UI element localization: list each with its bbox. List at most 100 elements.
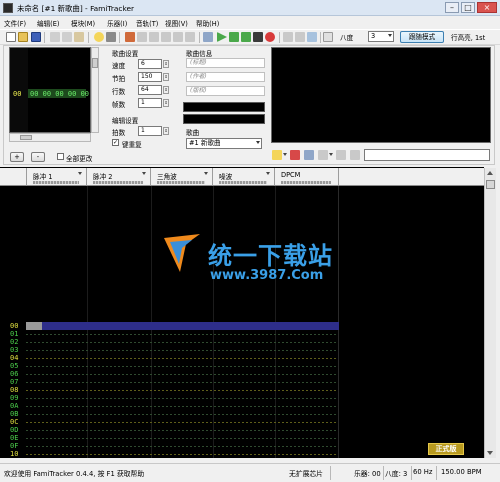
play-row-icon[interactable] — [241, 32, 251, 42]
pattern-row — [26, 358, 338, 359]
pattern-row — [26, 342, 338, 343]
rows-label: 行数 — [112, 88, 126, 96]
status-separator — [436, 466, 437, 480]
menu-view[interactable]: 视图(V) — [165, 18, 188, 28]
edit-settings-heading: 编辑设置 — [112, 117, 139, 125]
volume-meter — [93, 181, 143, 184]
move-frame-up-icon[interactable] — [173, 32, 183, 42]
chevron-down-icon[interactable] — [204, 172, 208, 175]
channel-header-dpcm[interactable]: DPCM — [275, 168, 339, 186]
menu-tracks[interactable]: 音轨(T) — [136, 18, 158, 28]
chevron-down-icon[interactable] — [283, 153, 287, 156]
follow-mode-toggle[interactable]: 跟随模式 — [400, 31, 444, 43]
play-icon[interactable] — [217, 32, 227, 42]
rows-field[interactable]: 64 — [138, 85, 162, 95]
nsf-export-icon[interactable] — [323, 32, 333, 42]
scroll-down-arrow-icon[interactable] — [487, 451, 493, 455]
menu-module[interactable]: 模块(M) — [71, 18, 95, 28]
move-frame-down-icon[interactable] — [161, 32, 171, 42]
instrument-list[interactable] — [271, 47, 491, 143]
tempo-stepper[interactable]: ⇕ — [163, 73, 169, 81]
frame-row-cells: 00 00 00 00 00 — [30, 90, 90, 98]
menu-edit[interactable]: 编辑(E) — [37, 18, 60, 28]
frames-stepper[interactable]: ⇕ — [163, 99, 169, 107]
song-settings-heading: 歌曲设置 — [112, 50, 139, 58]
pattern-row — [26, 374, 338, 375]
menu-instrument[interactable]: 乐器(I) — [107, 18, 127, 28]
cut-icon[interactable] — [50, 32, 60, 42]
load-instrument-icon[interactable] — [318, 150, 328, 160]
rows-stepper[interactable]: ⇕ — [163, 86, 169, 94]
help-icon[interactable] — [106, 32, 116, 42]
scrollbar-thumb[interactable] — [486, 180, 495, 189]
settings-icon[interactable] — [307, 32, 317, 42]
previous-song-icon[interactable] — [283, 32, 293, 42]
module-properties-icon[interactable] — [125, 32, 135, 42]
frame-list-vscrollbar[interactable] — [91, 47, 99, 133]
change-all-label: 全部更改 — [66, 155, 93, 163]
remove-instrument-icon[interactable] — [290, 150, 300, 160]
row-number: 10 — [10, 450, 19, 458]
scrollbar-thumb[interactable] — [20, 135, 32, 140]
song-title-field[interactable]: (标题) — [186, 58, 265, 68]
frames-field[interactable]: 1 — [138, 98, 162, 108]
volume-meter-2 — [183, 114, 265, 124]
new-instrument-icon[interactable] — [272, 150, 282, 160]
pattern-row — [26, 454, 338, 455]
minimize-button[interactable]: – — [445, 2, 459, 13]
chevron-down-icon[interactable] — [142, 172, 146, 175]
add-frame-button[interactable]: + — [10, 152, 24, 162]
channel-header-pulse2[interactable]: 脉冲 2 — [87, 168, 151, 186]
remove-frame-button[interactable]: - — [31, 152, 45, 162]
edit-cursor — [26, 322, 42, 330]
octave-select[interactable]: 3 — [368, 31, 394, 42]
song-select[interactable]: #1 新歌曲 — [186, 138, 262, 149]
key-repeat-checkbox[interactable]: ✓ — [112, 139, 119, 146]
previous-frame-icon[interactable] — [203, 32, 213, 42]
row-number: 0B — [10, 410, 19, 418]
copy-icon[interactable] — [62, 32, 72, 42]
insert-frame-icon[interactable] — [137, 32, 147, 42]
step-field[interactable]: 1 — [138, 126, 162, 136]
scrollbar-thumb[interactable] — [92, 58, 98, 68]
speed-field[interactable]: 6 — [138, 59, 162, 69]
stop-icon[interactable] — [253, 32, 263, 42]
speed-stepper[interactable]: ⇕ — [163, 60, 169, 68]
octave-label: 八度 — [340, 34, 354, 42]
maximize-button[interactable]: □ — [461, 2, 475, 13]
row-number: 09 — [10, 394, 19, 402]
frame-list-hscrollbar[interactable] — [9, 133, 91, 142]
edit-instrument-icon[interactable] — [350, 150, 360, 160]
menu-help[interactable]: 帮助(H) — [196, 18, 219, 28]
clone-instrument-icon[interactable] — [304, 150, 314, 160]
change-all-checkbox[interactable] — [57, 153, 64, 160]
row-number: 05 — [10, 362, 19, 370]
save-icon[interactable] — [31, 32, 41, 42]
remove-frame-icon[interactable] — [149, 32, 159, 42]
pattern-vscrollbar[interactable] — [484, 168, 496, 458]
record-icon[interactable] — [265, 32, 275, 42]
play-loop-icon[interactable] — [229, 32, 239, 42]
watermark-url: www.3987.Com — [210, 268, 324, 283]
tempo-field[interactable]: 150 — [138, 72, 162, 82]
channel-header-pulse1[interactable]: 脉冲 1 — [27, 168, 87, 186]
song-author-field[interactable]: (作者) — [186, 72, 265, 82]
instrument-name-field[interactable] — [364, 149, 490, 161]
step-stepper[interactable]: ⇕ — [163, 127, 169, 135]
close-button[interactable]: × — [477, 2, 497, 13]
chevron-down-icon[interactable] — [329, 153, 333, 156]
chevron-down-icon[interactable] — [266, 172, 270, 175]
save-instrument-icon[interactable] — [336, 150, 346, 160]
duplicate-frame-icon[interactable] — [185, 32, 195, 42]
about-icon[interactable] — [94, 32, 104, 42]
chevron-down-icon[interactable] — [78, 172, 82, 175]
paste-icon[interactable] — [74, 32, 84, 42]
channel-header-triangle[interactable]: 三角波 — [151, 168, 213, 186]
open-file-icon[interactable] — [18, 32, 28, 42]
next-song-icon[interactable] — [295, 32, 305, 42]
menu-file[interactable]: 文件(F) — [4, 18, 26, 28]
channel-header-noise[interactable]: 噪波 — [213, 168, 275, 186]
song-copyright-field[interactable]: (版权) — [186, 86, 265, 96]
new-file-icon[interactable] — [6, 32, 16, 42]
scroll-up-arrow-icon[interactable] — [487, 171, 493, 175]
